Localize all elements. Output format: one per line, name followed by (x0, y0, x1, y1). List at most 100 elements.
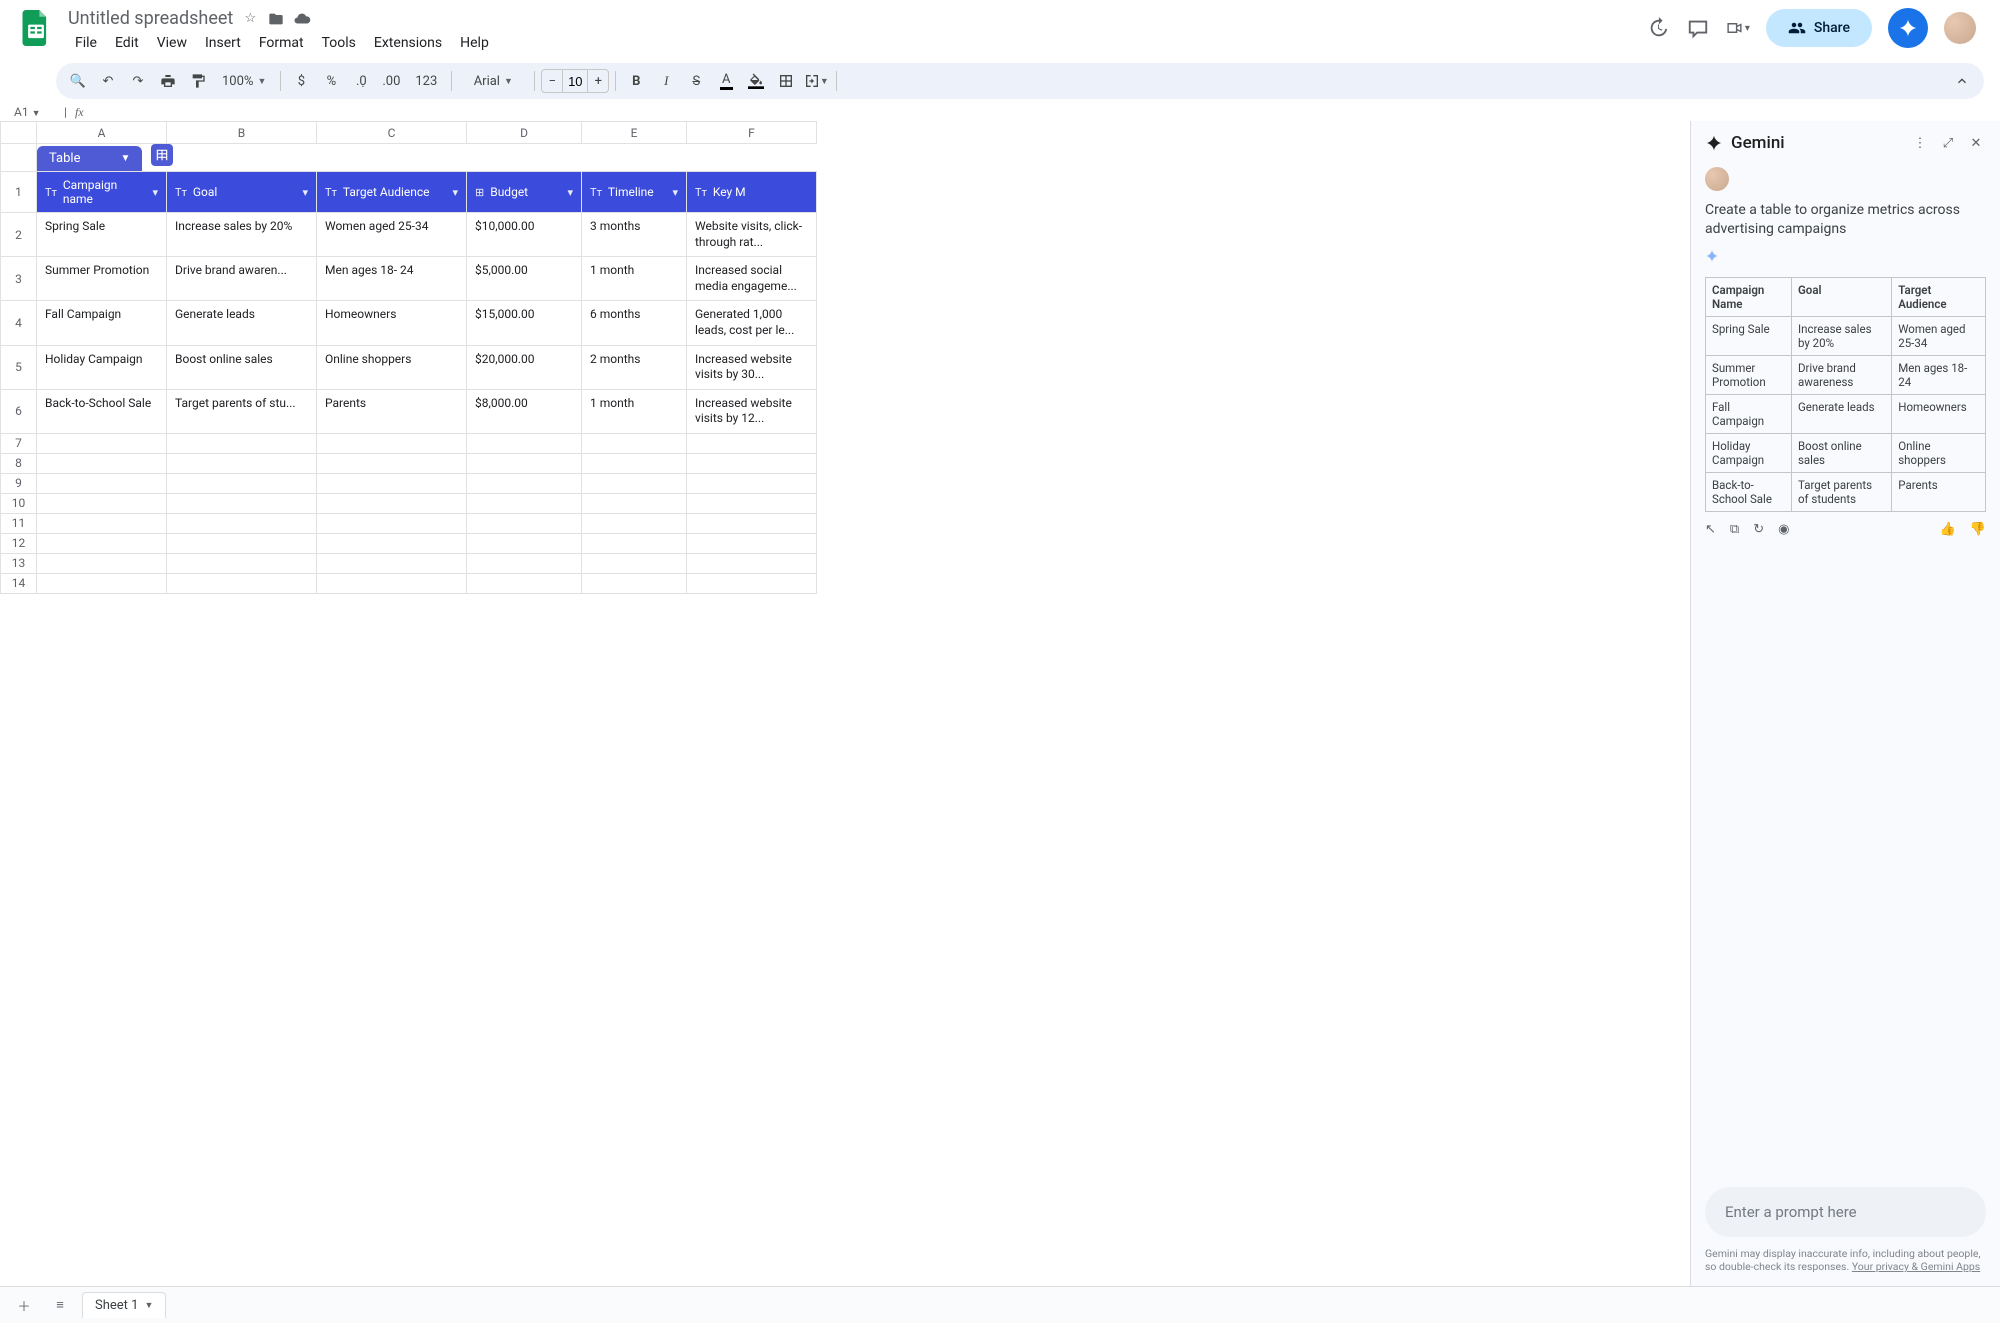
cell[interactable]: Generated 1,000 leads, cost per le... (687, 301, 817, 345)
cell[interactable]: 2 months (582, 345, 687, 389)
more-icon[interactable]: ⋮ (1910, 133, 1930, 153)
cell[interactable]: $5,000.00 (467, 257, 582, 301)
menu-insert[interactable]: Insert (198, 31, 248, 55)
borders-button[interactable] (772, 67, 800, 95)
cell[interactable]: Increased social media engageme... (687, 257, 817, 301)
cell[interactable]: $10,000.00 (467, 213, 582, 257)
menu-extensions[interactable]: Extensions (367, 31, 449, 55)
cell[interactable]: Target parents of stu... (167, 389, 317, 433)
print-button[interactable] (154, 67, 182, 95)
search-menu-icon[interactable]: 🔍 (64, 67, 92, 95)
row-header[interactable]: 8 (1, 453, 37, 473)
decrease-font-button[interactable]: − (542, 74, 562, 89)
table-grid-icon[interactable] (151, 144, 173, 166)
insert-icon[interactable]: ↖ (1705, 522, 1716, 537)
sheets-logo[interactable] (16, 8, 56, 48)
strikethrough-button[interactable]: S (682, 67, 710, 95)
share-button[interactable]: Share (1766, 9, 1872, 47)
cell[interactable]: Spring Sale (37, 213, 167, 257)
cell[interactable]: Boost online sales (167, 345, 317, 389)
spreadsheet-grid[interactable]: A B C D E F Table▼ 1 TтCampaign name▾ Tт… (0, 121, 1690, 1286)
gemini-launcher-button[interactable] (1888, 8, 1928, 48)
row-header[interactable]: 5 (1, 345, 37, 389)
font-size-input[interactable] (562, 70, 588, 92)
row-header[interactable]: 4 (1, 301, 37, 345)
cell[interactable]: Online shoppers (317, 345, 467, 389)
copy-icon[interactable]: ⧉ (1730, 522, 1739, 537)
account-avatar[interactable] (1944, 12, 1976, 44)
cell[interactable]: Increased website visits by 12... (687, 389, 817, 433)
cell[interactable]: Homeowners (317, 301, 467, 345)
row-header[interactable]: 6 (1, 389, 37, 433)
cell[interactable]: 6 months (582, 301, 687, 345)
font-family-select[interactable]: Arial▼ (458, 67, 528, 95)
cell[interactable]: Increase sales by 20% (167, 213, 317, 257)
cell[interactable]: $20,000.00 (467, 345, 582, 389)
cell[interactable]: 1 month (582, 389, 687, 433)
font-size-stepper[interactable]: − + (541, 69, 609, 93)
row-header[interactable]: 7 (1, 433, 37, 453)
cell[interactable]: Fall Campaign (37, 301, 167, 345)
column-header[interactable]: B (167, 122, 317, 144)
zoom-select[interactable]: 100%▼ (214, 67, 274, 95)
name-box[interactable]: A1 ▼ (10, 103, 56, 121)
decrease-decimal-button[interactable]: .0̣ (347, 67, 375, 95)
row-header[interactable]: 1 (1, 172, 37, 213)
increase-decimal-button[interactable]: .00 (377, 67, 405, 95)
meet-icon[interactable]: ▾ (1726, 16, 1750, 40)
italic-button[interactable]: I (652, 67, 680, 95)
toolbar-overflow-button[interactable] (1948, 67, 1976, 95)
fill-color-button[interactable] (742, 67, 770, 95)
menu-tools[interactable]: Tools (315, 31, 363, 55)
row-header[interactable]: 10 (1, 493, 37, 513)
document-title[interactable]: Untitled spreadsheet (68, 8, 233, 29)
cell[interactable]: Generate leads (167, 301, 317, 345)
gemini-prompt-input[interactable]: Enter a prompt here (1705, 1187, 1986, 1237)
row-header[interactable]: 3 (1, 257, 37, 301)
expand-icon[interactable]: ⤢ (1938, 133, 1958, 153)
cell[interactable]: Increased website visits by 30... (687, 345, 817, 389)
menu-view[interactable]: View (150, 31, 194, 55)
retry-icon[interactable]: ↻ (1753, 522, 1764, 537)
select-all-corner[interactable] (1, 122, 37, 144)
cell[interactable]: Holiday Campaign (37, 345, 167, 389)
table-chip[interactable]: Table▼ (37, 146, 142, 171)
sources-icon[interactable]: ◉ (1778, 522, 1789, 537)
star-icon[interactable]: ☆ (241, 10, 259, 28)
row-header[interactable]: 13 (1, 553, 37, 573)
column-header[interactable]: D (467, 122, 582, 144)
column-header[interactable]: C (317, 122, 467, 144)
undo-button[interactable]: ↶ (94, 67, 122, 95)
cell[interactable]: $15,000.00 (467, 301, 582, 345)
number-format-select[interactable]: 123 (407, 67, 445, 95)
privacy-link[interactable]: Your privacy & Gemini Apps (1852, 1260, 1980, 1273)
merge-cells-button[interactable]: ▼ (802, 67, 830, 95)
cell[interactable]: Summer Promotion (37, 257, 167, 301)
percent-button[interactable]: % (317, 67, 345, 95)
redo-button[interactable]: ↷ (124, 67, 152, 95)
row-header[interactable]: 14 (1, 573, 37, 593)
sheet-tab[interactable]: Sheet 1▼ (82, 1292, 166, 1318)
bold-button[interactable]: B (622, 67, 650, 95)
cell[interactable]: Website visits, click-through rat... (687, 213, 817, 257)
cell[interactable]: Parents (317, 389, 467, 433)
comments-icon[interactable] (1686, 16, 1710, 40)
all-sheets-button[interactable]: ≡ (46, 1291, 74, 1319)
cell[interactable]: Drive brand awaren... (167, 257, 317, 301)
column-header[interactable]: E (582, 122, 687, 144)
cell[interactable]: 1 month (582, 257, 687, 301)
row-header[interactable]: 12 (1, 533, 37, 553)
history-icon[interactable] (1646, 16, 1670, 40)
currency-button[interactable]: $ (287, 67, 315, 95)
column-header[interactable]: A (37, 122, 167, 144)
text-color-button[interactable]: A (712, 67, 740, 95)
column-header[interactable]: F (687, 122, 817, 144)
increase-font-button[interactable]: + (588, 74, 608, 89)
menu-edit[interactable]: Edit (108, 31, 146, 55)
cloud-status-icon[interactable] (293, 10, 311, 28)
thumbs-up-icon[interactable]: 👍 (1940, 522, 1956, 537)
row-header[interactable]: 11 (1, 513, 37, 533)
add-sheet-button[interactable]: ＋ (10, 1291, 38, 1319)
move-icon[interactable] (267, 10, 285, 28)
thumbs-down-icon[interactable]: 👎 (1970, 522, 1986, 537)
